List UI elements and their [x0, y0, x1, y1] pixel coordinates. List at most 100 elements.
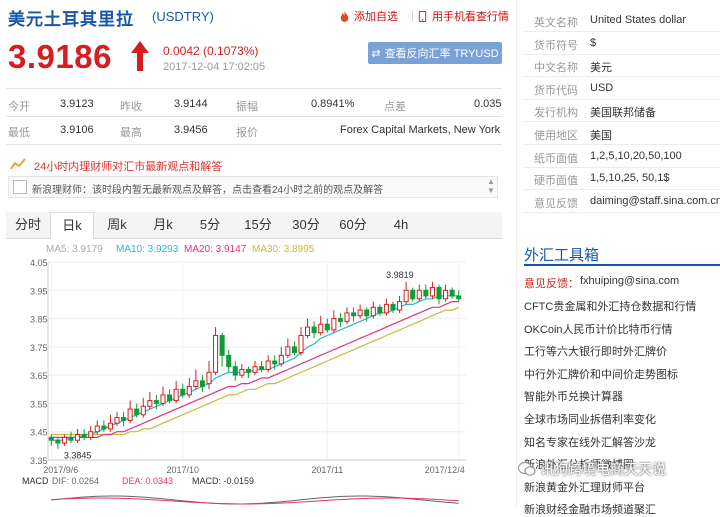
y-tick-label: 3.45	[30, 428, 48, 438]
divider	[6, 144, 502, 145]
candle-body	[423, 289, 429, 297]
info-label: 意见反馈	[534, 197, 578, 210]
candle-body	[443, 289, 449, 300]
info-value: 美国	[590, 130, 612, 142]
flame-icon	[340, 10, 349, 22]
divider	[6, 88, 502, 89]
info-row-divider	[524, 53, 720, 55]
tool-link[interactable]: 知名专家在线外汇解答沙龙	[524, 434, 656, 450]
candle-body	[318, 323, 324, 334]
candle-body	[285, 346, 291, 356]
tab-15min[interactable]: 15分	[234, 212, 282, 238]
candle-body	[55, 439, 61, 444]
info-label: 货币代码	[534, 84, 578, 97]
candlestick-chart[interactable]: 4.053.953.853.753.653.553.453.352017/9/6…	[0, 254, 500, 506]
candle-body	[114, 417, 120, 424]
y-tick-label: 3.65	[30, 371, 48, 381]
info-label: 纸币面值	[534, 152, 578, 165]
feedback-email-link[interactable]: fxhuiping@sina.com	[580, 275, 679, 287]
stat-value-open: 3.9123	[60, 98, 94, 110]
candle-body	[226, 354, 232, 368]
stat-label-low: 最低	[8, 127, 30, 139]
quote-time: 2017-12-04 17:02:05	[163, 61, 266, 73]
candle-body	[245, 368, 251, 373]
candle-body	[311, 326, 317, 334]
header-divider	[412, 10, 413, 22]
expert-notice-title[interactable]: 24小时内理财师对汇市最新观点和解答	[34, 158, 222, 174]
candle-body	[94, 425, 100, 433]
divider	[6, 116, 502, 117]
info-row-divider	[524, 98, 720, 100]
tab-daily-k[interactable]: 日k	[50, 212, 94, 239]
macd-dif: DIF: 0.0264	[52, 476, 99, 486]
stat-label-amplitude: 振幅	[236, 101, 258, 113]
tab-5min[interactable]: 5分	[186, 212, 234, 238]
tab-30min[interactable]: 30分	[282, 212, 330, 238]
candle-body	[88, 431, 94, 438]
tool-link[interactable]: 新浪财经金融市场频道聚汇	[524, 501, 656, 517]
tool-link[interactable]: 智能外币兑换计算器	[524, 388, 623, 404]
stat-label-open: 今开	[8, 101, 30, 113]
candle-body	[186, 385, 192, 396]
x-tick-label: 2017/12/4	[425, 465, 465, 475]
candle-body	[213, 335, 219, 373]
tool-link[interactable]: 新浪黄金外汇理财师平台	[524, 479, 645, 495]
info-value: 美元	[590, 62, 612, 75]
candle-body	[410, 289, 416, 300]
candle-body	[147, 400, 153, 407]
candle-body	[397, 301, 403, 311]
candle-body	[272, 360, 278, 365]
tool-link[interactable]: 全球市场同业拆借利率变化	[524, 411, 656, 427]
macd-label: MACD	[22, 476, 49, 486]
candle-body	[180, 388, 186, 396]
x-tick-label: 2017/9/6	[43, 465, 78, 475]
page-title: 美元土耳其里拉	[8, 10, 134, 29]
candle-body	[193, 380, 199, 387]
candle-body	[331, 318, 337, 331]
add-watchlist-button[interactable]: 添加自选	[339, 8, 398, 24]
trend-icon	[10, 158, 26, 170]
feedback-label: 意见反馈：	[524, 278, 579, 290]
candle-body	[173, 388, 179, 402]
price-change: 0.0042 (0.1073%)	[163, 44, 259, 58]
candle-body	[449, 289, 455, 297]
candle-body	[252, 366, 258, 373]
tool-link[interactable]: 工行等六大银行即时外汇牌价	[524, 343, 667, 359]
stat-label-prev-close: 昨收	[120, 101, 142, 113]
tool-link[interactable]: CFTC贵金属和外汇持仓数据和行情	[524, 298, 696, 314]
info-label: 中文名称	[534, 62, 578, 75]
candle-body	[357, 309, 363, 317]
y-tick-label: 4.05	[30, 258, 48, 268]
candle-body	[206, 371, 212, 385]
tab-4h[interactable]: 4h	[376, 212, 426, 238]
candle-body	[259, 366, 265, 370]
tool-link[interactable]: OKCoin人民币计价比特币行情	[524, 321, 673, 337]
high-annotation: 3.9819	[386, 270, 414, 280]
tool-link[interactable]: 中行外汇牌价和中间价走势图标	[524, 366, 678, 382]
mobile-quote-button[interactable]: 用手机看查行情	[417, 8, 509, 24]
info-value: United States dollar	[590, 14, 686, 26]
info-row-divider	[524, 166, 720, 168]
tab-weekly-k[interactable]: 周k	[94, 212, 140, 238]
stat-label-spread: 点差	[384, 101, 406, 113]
candle-body	[121, 417, 127, 421]
low-annotation: 3.3845	[64, 451, 92, 461]
tab-monthly-k[interactable]: 月k	[140, 212, 186, 238]
info-row-divider	[524, 76, 720, 78]
info-value[interactable]: daiming@staff.sina.com.cn	[590, 195, 720, 207]
candle-body	[390, 303, 396, 311]
tab-60min[interactable]: 60分	[330, 212, 376, 238]
reverse-rate-button[interactable]: ⇄ 查看反向汇率 TRYUSD	[368, 42, 502, 64]
scroll-updown-icon[interactable]: ▲ ▼	[487, 177, 495, 195]
currency-code: (USDTRY)	[152, 9, 214, 24]
macd-value: MACD: -0.0159	[192, 476, 254, 486]
info-label: 货币符号	[534, 39, 578, 52]
info-label: 硬币面值	[534, 175, 578, 188]
arrow-up-icon	[131, 41, 149, 71]
chart-period-tabs: 分时 日k 周k 月k 5分 15分 30分 60分 4h	[6, 212, 502, 239]
candle-body	[305, 326, 311, 337]
expert-notice-text[interactable]: 新浪理财师：该时段内暂无最新观点及解答，点击查看24小时之前的观点及解答	[32, 181, 383, 196]
info-row-divider	[524, 31, 720, 32]
watermark-text: 讯狗跨境电商天天说	[540, 461, 666, 477]
tab-timeshare[interactable]: 分时	[6, 212, 50, 238]
